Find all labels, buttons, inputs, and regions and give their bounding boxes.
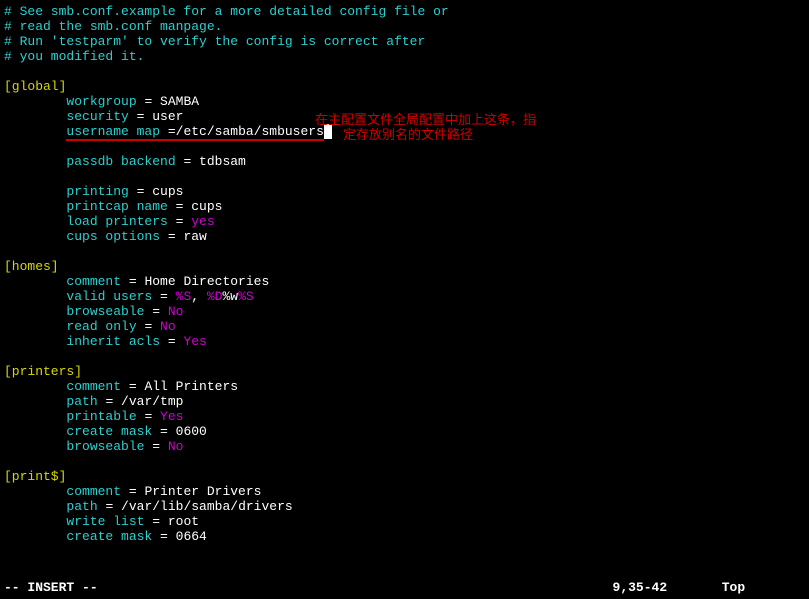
- comment-line: # you modified it.: [4, 49, 805, 64]
- config-passdb: passdb backend = tdbsam: [4, 154, 805, 169]
- config-inherit-acls: inherit acls = Yes: [4, 334, 805, 349]
- section-homes: [homes]: [4, 259, 805, 274]
- config-homes-comment: comment = Home Directories: [4, 274, 805, 289]
- comment-line: # read the smb.conf manpage.: [4, 19, 805, 34]
- annotation-text: 在主配置文件全局配置中加上这条，指 定存放别名的文件路径: [315, 112, 536, 142]
- comment-line: # See smb.conf.example for a more detail…: [4, 4, 805, 19]
- section-global: [global]: [4, 79, 805, 94]
- config-printcap: printcap name = cups: [4, 199, 805, 214]
- config-printers-comment: comment = All Printers: [4, 379, 805, 394]
- config-load-printers: load printers = yes: [4, 214, 805, 229]
- section-printers: [printers]: [4, 364, 805, 379]
- config-write-list: write list = root: [4, 514, 805, 529]
- section-prints: [print$]: [4, 469, 805, 484]
- config-printers-path: path = /var/tmp: [4, 394, 805, 409]
- config-create-mask: create mask = 0600: [4, 424, 805, 439]
- config-browseable: browseable = No: [4, 304, 805, 319]
- config-valid-users: valid users = %S, %D%w%S: [4, 289, 805, 304]
- config-prints-comment: comment = Printer Drivers: [4, 484, 805, 499]
- comment-line: # Run 'testparm' to verify the config is…: [4, 34, 805, 49]
- vim-status-line: -- INSERT -- 9,35-42 Top: [4, 580, 805, 595]
- config-printable: printable = Yes: [4, 409, 805, 424]
- config-prints-cmask: create mask = 0664: [4, 529, 805, 544]
- config-read-only: read only = No: [4, 319, 805, 334]
- config-workgroup: workgroup = SAMBA: [4, 94, 805, 109]
- config-cups-options: cups options = raw: [4, 229, 805, 244]
- config-prints-path: path = /var/lib/samba/drivers: [4, 499, 805, 514]
- config-printing: printing = cups: [4, 184, 805, 199]
- config-browseable-printers: browseable = No: [4, 439, 805, 454]
